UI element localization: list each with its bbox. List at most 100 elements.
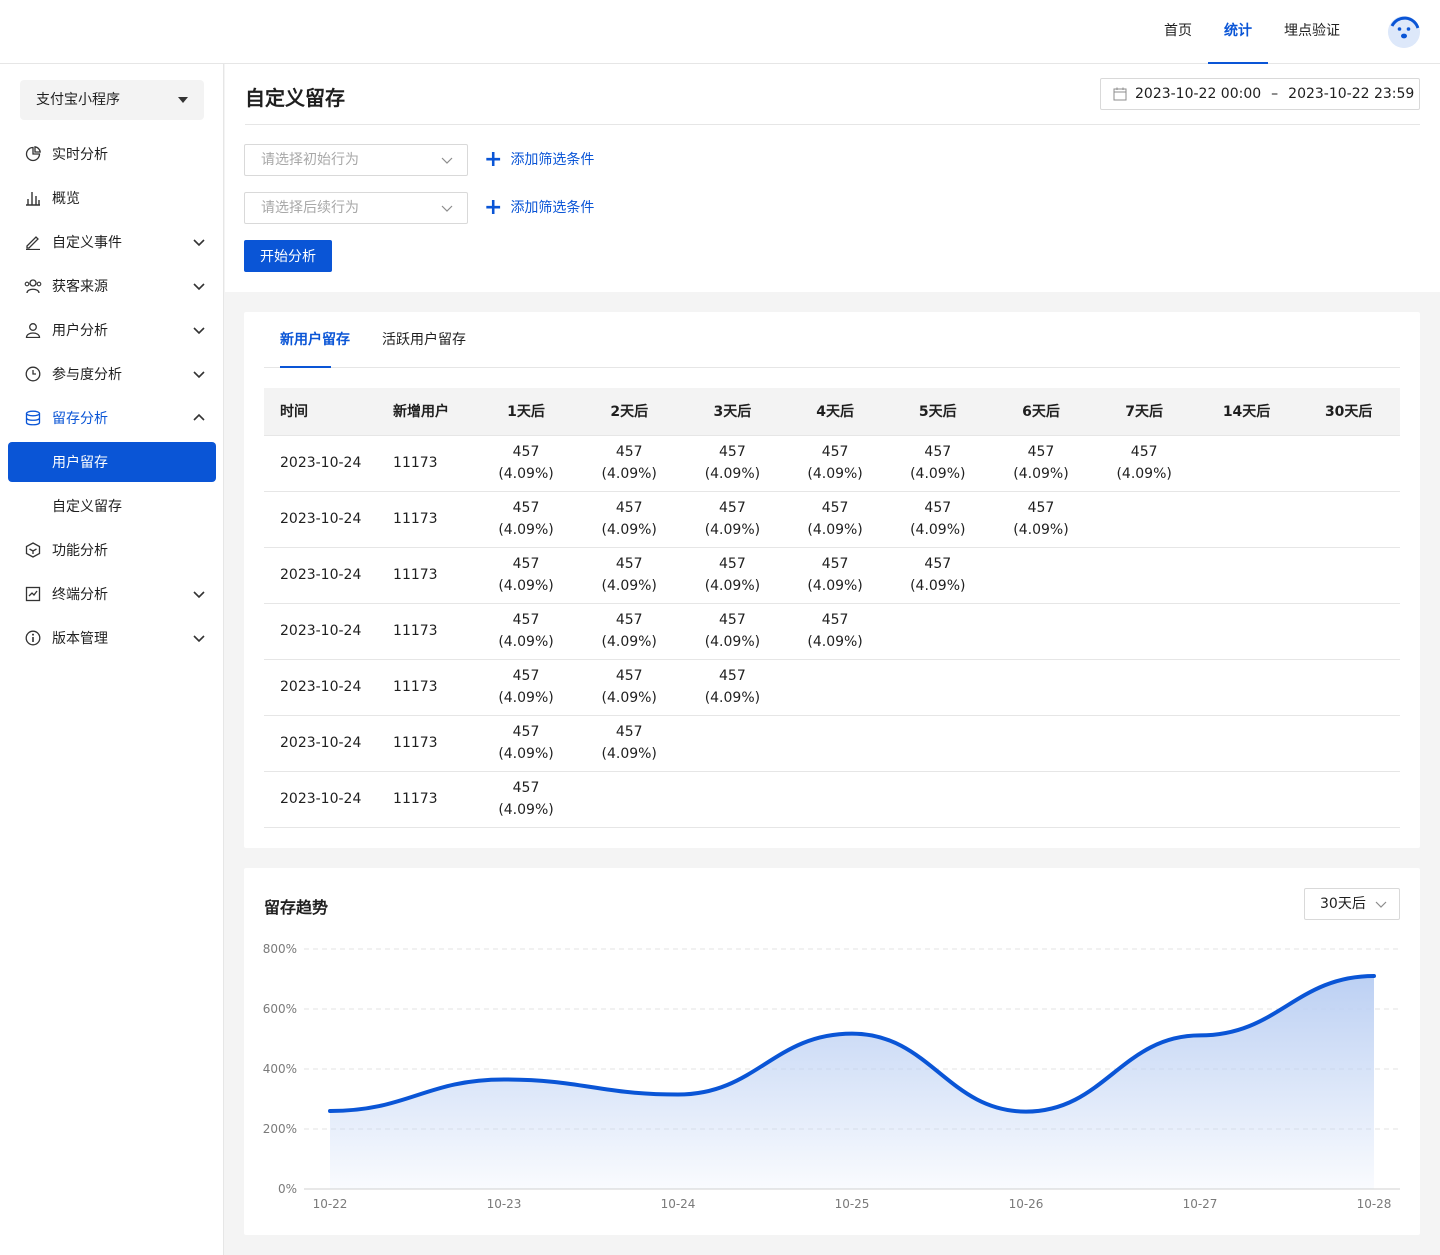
cell-retention: 457 (4.09%): [989, 435, 1093, 492]
retained-count: 457: [512, 780, 540, 796]
cell-retention: 457 (4.09%): [474, 771, 578, 828]
followup-behavior-select[interactable]: 请选择后续行为: [244, 192, 468, 224]
info-icon: [24, 629, 42, 647]
top-bar: 首页 统计 埋点验证: [0, 0, 1440, 64]
sidebar-item-label: 留存分析: [52, 411, 108, 427]
sidebar-item-version-management[interactable]: 版本管理: [8, 618, 216, 658]
column-header: 7天后: [1092, 388, 1196, 436]
cell-retention: [989, 771, 1093, 828]
retained-count: 457: [512, 444, 540, 460]
x-tick-label: 10-28: [1357, 1197, 1392, 1211]
retained-count: 457: [924, 556, 952, 572]
retained-count: 457: [924, 444, 952, 460]
cell-retention: 457 (4.09%): [1092, 435, 1196, 492]
retention-trend-card: 0% 200% 400% 600% 800% 10-22 10-23 10-24 10-25 10…: [244, 868, 1420, 1235]
chevron-down-icon: [193, 635, 205, 643]
cell-retention: 457 (4.09%): [474, 715, 578, 772]
sidebar-item-realtime[interactable]: 实时分析: [8, 134, 216, 174]
trend-range-select[interactable]: 30天后: [1304, 888, 1400, 920]
cell-retention: 457 (4.09%): [474, 603, 578, 660]
cell-new-users: 11173: [377, 771, 475, 828]
app-selector-label: 支付宝小程序: [36, 92, 120, 108]
start-analysis-button[interactable]: 开始分析: [244, 240, 332, 272]
add-filter-button[interactable]: + 添加筛选条件: [484, 144, 594, 176]
plus-icon: +: [484, 195, 503, 220]
sidebar-item-custom-retention[interactable]: 自定义留存: [8, 486, 216, 526]
column-header: 3天后: [680, 388, 784, 436]
cell-retention: [1092, 715, 1196, 772]
cell-retention: 457 (4.09%): [989, 491, 1093, 548]
cell-retention: [1195, 491, 1298, 548]
table-header-row: 时间 新增用户 1天后 2天后 3天后 4天后 5天后 6天后 7天后 14天后 30天后: [264, 388, 1400, 436]
trend-range-label: 30天后: [1320, 896, 1366, 912]
nav-statistics[interactable]: 统计: [1208, 0, 1268, 64]
chevron-down-icon: [193, 327, 205, 335]
sidebar-item-label: 功能分析: [52, 543, 108, 559]
date-separator: –: [1271, 86, 1279, 102]
cell-retention: [989, 659, 1093, 716]
cell-retention: [1297, 659, 1400, 716]
retained-count: 457: [615, 444, 643, 460]
retained-count: 457: [719, 500, 746, 516]
chevron-down-icon: [193, 371, 205, 379]
cell-new-users: 11173: [377, 659, 475, 716]
x-tick-label: 10-23: [487, 1197, 522, 1211]
user-avatar[interactable]: [1388, 16, 1420, 48]
app-selector[interactable]: 支付宝小程序: [20, 80, 204, 120]
cell-retention: [1195, 603, 1298, 660]
x-tick-label: 10-27: [1183, 1197, 1218, 1211]
cell-retention: [989, 715, 1093, 772]
sidebar-item-overview[interactable]: 概览: [8, 178, 216, 218]
retained-count: 457: [615, 556, 643, 572]
cube-icon: [24, 541, 42, 559]
initial-behavior-select[interactable]: 请选择初始行为: [244, 144, 468, 176]
retained-rate: (4.09%): [807, 466, 863, 482]
retained-count: 457: [512, 612, 540, 628]
tab-active-user-retention[interactable]: 活跃用户留存: [366, 312, 482, 367]
sidebar-item-acquisition[interactable]: 获客来源: [8, 266, 216, 306]
data-point: [1024, 1110, 1028, 1114]
retained-rate: (4.09%): [807, 578, 863, 594]
cell-retention: [680, 771, 784, 828]
cell-retention: 457 (4.09%): [783, 435, 887, 492]
sidebar-item-label: 终端分析: [52, 587, 108, 603]
add-filter-button[interactable]: + 添加筛选条件: [484, 192, 594, 224]
sidebar-item-engagement[interactable]: 参与度分析: [8, 354, 216, 394]
chevron-down-icon: [193, 239, 205, 247]
clock-icon: [24, 365, 42, 383]
sidebar-item-terminal-analysis[interactable]: 终端分析: [8, 574, 216, 614]
top-nav: 首页 统计 埋点验证: [1148, 0, 1356, 64]
retained-rate: (4.09%): [1013, 466, 1069, 482]
retained-count: 457: [512, 500, 540, 516]
cell-retention: [989, 603, 1093, 660]
pen-icon: [24, 233, 42, 251]
cell-retention: [680, 715, 784, 772]
cell-retention: [1092, 771, 1196, 828]
retained-rate: (4.09%): [498, 522, 554, 538]
cell-retention: [1195, 547, 1298, 604]
retention-table: 时间 新增用户 1天后 2天后 3天后 4天后 5天后 6天后 7天后 14天后 30天后 2023…: [264, 388, 1400, 828]
sidebar-item-feature-analysis[interactable]: 功能分析: [8, 530, 216, 570]
query-panel: 自定义留存 2023-10-22 00:00 – 2023-10-22 23:5…: [225, 64, 1440, 292]
nav-tracking-validation[interactable]: 埋点验证: [1268, 0, 1356, 63]
cell-retention: 457 (4.09%): [680, 603, 784, 660]
sidebar-item-user-analysis[interactable]: 用户分析: [8, 310, 216, 350]
cell-new-users: 11173: [377, 547, 475, 604]
sidebar-item-custom-events[interactable]: 自定义事件: [8, 222, 216, 262]
retained-rate: (4.09%): [910, 522, 966, 538]
cell-retention: [1297, 603, 1400, 660]
retained-rate: (4.09%): [498, 466, 554, 482]
calendar-icon: [1113, 87, 1127, 101]
retained-rate: (4.09%): [807, 634, 863, 650]
sidebar-item-retention[interactable]: 留存分析: [8, 398, 216, 438]
tab-new-user-retention[interactable]: 新用户留存: [264, 312, 366, 368]
cell-retention: [886, 715, 990, 772]
cell-retention: [1297, 771, 1400, 828]
cell-retention: 457 (4.09%): [577, 659, 681, 716]
chevron-down-icon: [1375, 901, 1387, 908]
date-range-picker[interactable]: 2023-10-22 00:00 – 2023-10-22 23:59: [1100, 78, 1420, 110]
retained-count: 457: [719, 668, 746, 684]
sidebar-menu: 实时分析 概览 自定义事件 获客来源 用户分析 参与度分析 留存分析 用户留存 …: [8, 134, 216, 662]
sidebar-item-user-retention[interactable]: 用户留存: [8, 442, 216, 482]
nav-home[interactable]: 首页: [1148, 0, 1208, 63]
